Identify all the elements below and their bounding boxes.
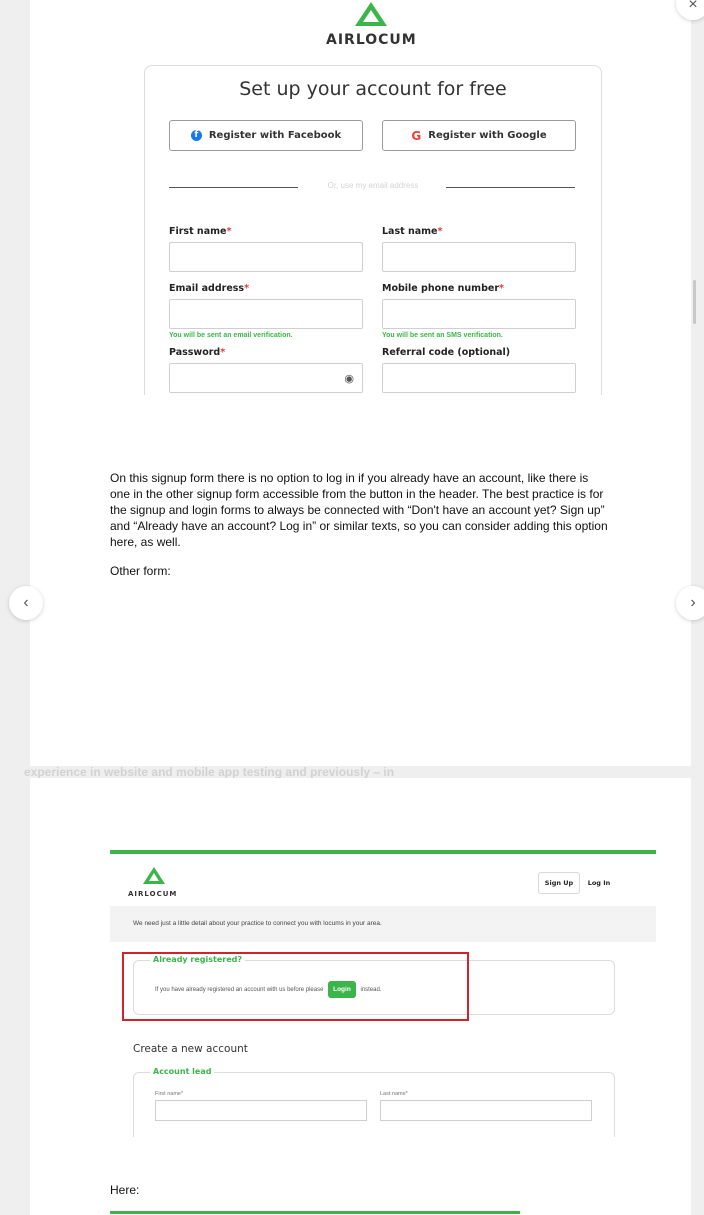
brand-name: AIRLOCUM bbox=[128, 890, 178, 898]
mobile-label-text: Mobile phone number bbox=[382, 283, 500, 294]
last-name-input[interactable] bbox=[382, 242, 576, 272]
register-google-label: Register with Google bbox=[428, 130, 547, 141]
mobile-input[interactable] bbox=[382, 299, 576, 329]
referral-label: Referral code (optional) bbox=[382, 347, 511, 358]
close-icon: × bbox=[688, 0, 698, 13]
email-input[interactable] bbox=[169, 299, 363, 329]
facebook-icon: f bbox=[190, 130, 202, 141]
divider-left bbox=[169, 187, 298, 188]
previous-page-button[interactable]: ‹ bbox=[9, 586, 43, 620]
first-name-label-text: First name bbox=[169, 226, 227, 237]
first-name-label: First name* bbox=[155, 1091, 184, 1097]
password-input[interactable]: ◉ bbox=[169, 363, 363, 393]
first-name-input[interactable] bbox=[169, 242, 363, 272]
account-lead-legend: Account lead bbox=[150, 1067, 215, 1076]
log-in-link[interactable]: Log In bbox=[584, 872, 614, 894]
brand-name: AIRLOCUM bbox=[326, 32, 417, 48]
mobile-hint: You will be sent an SMS verification. bbox=[382, 332, 503, 339]
next-page-button[interactable]: › bbox=[676, 586, 704, 620]
google-icon: G bbox=[411, 128, 422, 143]
scrollbar-thumb[interactable] bbox=[693, 280, 696, 324]
account-lead-box: Account lead First name* Last name* bbox=[133, 1067, 615, 1137]
background-text-line: experience in website and mobile app tes… bbox=[24, 765, 395, 779]
divider-right bbox=[446, 187, 575, 188]
required-mark: * bbox=[220, 347, 226, 358]
email-label-text: Email address bbox=[169, 283, 245, 294]
register-facebook-button[interactable]: f Register with Facebook bbox=[169, 120, 363, 151]
first-name-label: First name* bbox=[169, 226, 231, 237]
last-name-label: Last name* bbox=[382, 226, 442, 237]
chevron-left-icon: ‹ bbox=[23, 594, 29, 611]
required-mark: * bbox=[226, 226, 232, 237]
required-mark: * bbox=[437, 226, 443, 237]
next-screenshot-accent-bar bbox=[110, 1211, 520, 1214]
referral-input[interactable] bbox=[382, 363, 576, 393]
eye-icon[interactable]: ◉ bbox=[344, 372, 354, 385]
mobile-label: Mobile phone number* bbox=[382, 283, 504, 294]
sign-up-button[interactable]: Sign Up bbox=[538, 872, 580, 894]
note-paragraph: On this signup form there is no option t… bbox=[110, 471, 608, 549]
last-name-label-text: Last name bbox=[382, 226, 438, 237]
email-label: Email address* bbox=[169, 283, 249, 294]
other-form-label: Other form: bbox=[110, 564, 171, 578]
signup-title: Set up your account for free bbox=[239, 78, 507, 100]
airlocum-logo-icon bbox=[355, 2, 387, 26]
divider-text: Or, use my email address bbox=[327, 181, 419, 190]
signup-card: Set up your account for free f Register … bbox=[144, 65, 602, 395]
password-label: Password* bbox=[169, 347, 225, 358]
register-facebook-label: Register with Facebook bbox=[208, 130, 342, 141]
signup-form-screenshot: AIRLOCUM Set up your account for free f … bbox=[30, 0, 691, 395]
highlight-box bbox=[122, 952, 469, 1021]
header-accent-bar bbox=[110, 850, 656, 854]
last-name-label: Last name* bbox=[380, 1091, 408, 1097]
info-bar: We need just a little detail about your … bbox=[110, 906, 656, 942]
create-account-title: Create a new account bbox=[133, 1043, 248, 1055]
register-google-button[interactable]: G Register with Google bbox=[382, 120, 576, 151]
required-mark: * bbox=[244, 283, 250, 294]
other-form-screenshot: AIRLOCUM Sign Up Log In We need just a l… bbox=[110, 850, 656, 1137]
chevron-right-icon: › bbox=[690, 594, 696, 611]
document-page-1: AIRLOCUM Set up your account for free f … bbox=[30, 0, 691, 766]
here-label: Here: bbox=[110, 1183, 140, 1197]
password-label-text: Password bbox=[169, 347, 221, 358]
email-hint: You will be sent an email verification. bbox=[169, 332, 293, 339]
last-name-input[interactable] bbox=[380, 1100, 592, 1121]
document-page-2: AIRLOCUM Sign Up Log In We need just a l… bbox=[30, 778, 691, 1215]
first-name-input[interactable] bbox=[155, 1100, 367, 1121]
airlocum-logo-icon bbox=[143, 867, 165, 884]
required-mark: * bbox=[499, 283, 504, 294]
